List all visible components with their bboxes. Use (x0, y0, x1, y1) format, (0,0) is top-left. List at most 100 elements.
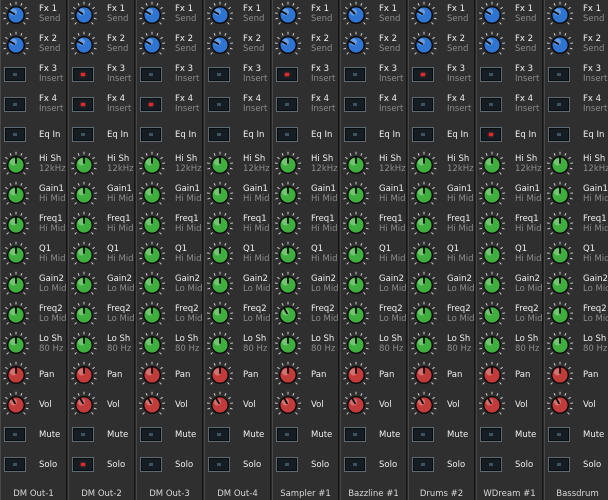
pan-knob[interactable] (546, 361, 574, 389)
pan-knob[interactable] (70, 361, 98, 389)
fx3-toggle[interactable] (208, 67, 230, 82)
vol-knob[interactable] (342, 391, 370, 419)
pan-knob[interactable] (342, 361, 370, 389)
fx2-knob[interactable] (546, 31, 574, 59)
freq2-knob[interactable] (410, 301, 438, 329)
fx1-knob[interactable] (342, 1, 370, 29)
gain2-knob[interactable] (410, 271, 438, 299)
fx1-knob[interactable] (410, 1, 438, 29)
hish-knob[interactable] (206, 151, 234, 179)
gain1-knob[interactable] (410, 181, 438, 209)
freq1-knob[interactable] (478, 211, 506, 239)
solo-toggle[interactable] (344, 457, 366, 472)
solo-toggle[interactable] (548, 457, 570, 472)
freq1-knob[interactable] (138, 211, 166, 239)
mute-toggle[interactable] (412, 427, 434, 442)
eqin-toggle[interactable] (140, 127, 162, 142)
fx4-toggle[interactable] (140, 97, 162, 112)
eqin-toggle[interactable] (480, 127, 502, 142)
gain2-knob[interactable] (206, 271, 234, 299)
solo-toggle[interactable] (4, 457, 26, 472)
eqin-toggle[interactable] (276, 127, 298, 142)
eqin-toggle[interactable] (208, 127, 230, 142)
mute-toggle[interactable] (208, 427, 230, 442)
vol-knob[interactable] (70, 391, 98, 419)
fx4-toggle[interactable] (208, 97, 230, 112)
freq2-knob[interactable] (546, 301, 574, 329)
eqin-toggle[interactable] (344, 127, 366, 142)
q1-knob[interactable] (2, 241, 30, 269)
fx1-knob[interactable] (206, 1, 234, 29)
freq1-knob[interactable] (274, 211, 302, 239)
fx1-knob[interactable] (274, 1, 302, 29)
solo-toggle[interactable] (140, 457, 162, 472)
fx4-toggle[interactable] (548, 97, 570, 112)
vol-knob[interactable] (478, 391, 506, 419)
q1-knob[interactable] (478, 241, 506, 269)
fx1-knob[interactable] (478, 1, 506, 29)
vol-knob[interactable] (410, 391, 438, 419)
losh-knob[interactable] (206, 331, 234, 359)
fx4-toggle[interactable] (276, 97, 298, 112)
fx3-toggle[interactable] (480, 67, 502, 82)
solo-toggle[interactable] (72, 457, 94, 472)
losh-knob[interactable] (342, 331, 370, 359)
fx3-toggle[interactable] (276, 67, 298, 82)
gain1-knob[interactable] (478, 181, 506, 209)
freq1-knob[interactable] (70, 211, 98, 239)
fx3-toggle[interactable] (412, 67, 434, 82)
vol-knob[interactable] (138, 391, 166, 419)
gain2-knob[interactable] (2, 271, 30, 299)
vol-knob[interactable] (206, 391, 234, 419)
hish-knob[interactable] (274, 151, 302, 179)
freq2-knob[interactable] (138, 301, 166, 329)
q1-knob[interactable] (342, 241, 370, 269)
pan-knob[interactable] (138, 361, 166, 389)
pan-knob[interactable] (478, 361, 506, 389)
gain1-knob[interactable] (206, 181, 234, 209)
hish-knob[interactable] (342, 151, 370, 179)
eqin-toggle[interactable] (412, 127, 434, 142)
freq2-knob[interactable] (2, 301, 30, 329)
fx1-knob[interactable] (2, 1, 30, 29)
q1-knob[interactable] (206, 241, 234, 269)
vol-knob[interactable] (274, 391, 302, 419)
mute-toggle[interactable] (276, 427, 298, 442)
losh-knob[interactable] (2, 331, 30, 359)
freq1-knob[interactable] (342, 211, 370, 239)
hish-knob[interactable] (546, 151, 574, 179)
q1-knob[interactable] (138, 241, 166, 269)
freq2-knob[interactable] (478, 301, 506, 329)
freq2-knob[interactable] (274, 301, 302, 329)
gain2-knob[interactable] (546, 271, 574, 299)
freq1-knob[interactable] (546, 211, 574, 239)
mute-toggle[interactable] (548, 427, 570, 442)
mute-toggle[interactable] (72, 427, 94, 442)
fx2-knob[interactable] (274, 31, 302, 59)
losh-knob[interactable] (546, 331, 574, 359)
freq1-knob[interactable] (2, 211, 30, 239)
losh-knob[interactable] (138, 331, 166, 359)
mute-toggle[interactable] (480, 427, 502, 442)
fx2-knob[interactable] (206, 31, 234, 59)
gain1-knob[interactable] (70, 181, 98, 209)
gain2-knob[interactable] (138, 271, 166, 299)
fx4-toggle[interactable] (480, 97, 502, 112)
q1-knob[interactable] (274, 241, 302, 269)
vol-knob[interactable] (546, 391, 574, 419)
losh-knob[interactable] (274, 331, 302, 359)
fx3-toggle[interactable] (4, 67, 26, 82)
fx2-knob[interactable] (478, 31, 506, 59)
fx2-knob[interactable] (342, 31, 370, 59)
fx2-knob[interactable] (138, 31, 166, 59)
losh-knob[interactable] (478, 331, 506, 359)
losh-knob[interactable] (410, 331, 438, 359)
eqin-toggle[interactable] (72, 127, 94, 142)
q1-knob[interactable] (546, 241, 574, 269)
gain2-knob[interactable] (342, 271, 370, 299)
hish-knob[interactable] (138, 151, 166, 179)
pan-knob[interactable] (206, 361, 234, 389)
fx4-toggle[interactable] (4, 97, 26, 112)
freq2-knob[interactable] (206, 301, 234, 329)
freq1-knob[interactable] (410, 211, 438, 239)
